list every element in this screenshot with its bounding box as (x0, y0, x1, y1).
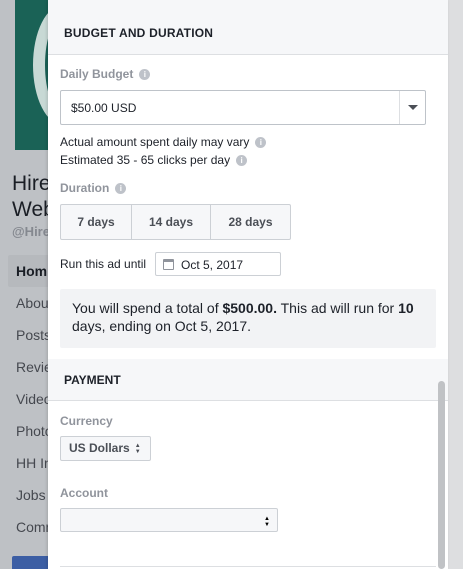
end-date-value: Oct 5, 2017 (181, 258, 244, 272)
account-select[interactable]: ▲▼ (60, 508, 278, 532)
summary-days: 10 (398, 300, 414, 316)
payment-section-title: PAYMENT (48, 359, 448, 401)
ad-settings-modal: BUDGET AND DURATION Daily Budget i $50.00… (48, 0, 448, 569)
info-icon[interactable]: i (115, 183, 127, 195)
daily-budget-label-row: Daily Budget i (60, 67, 151, 81)
duration-label-row: Duration i (60, 181, 127, 195)
chevron-down-icon[interactable] (399, 91, 425, 124)
summary-total: $500.00. (222, 300, 277, 316)
run-until-label: Run this ad until (60, 257, 147, 271)
currency-select[interactable]: US Dollars ▲▼ (60, 436, 151, 461)
info-icon[interactable]: i (139, 69, 151, 81)
note-vary: Actual amount spent daily may vary (60, 135, 250, 149)
info-icon[interactable]: i (236, 155, 248, 167)
duration-7-days-button[interactable]: 7 days (61, 205, 132, 239)
calendar-icon (163, 259, 174, 270)
note-vary-row: Actual amount spent daily may vary i (60, 135, 267, 149)
budget-section-title: BUDGET AND DURATION (48, 0, 448, 55)
duration-28-days-button[interactable]: 28 days (211, 205, 290, 239)
updown-arrows-icon: ▲▼ (134, 442, 141, 455)
end-date-input[interactable]: Oct 5, 2017 (155, 252, 281, 276)
modal-scrollbar[interactable] (438, 381, 445, 569)
info-icon[interactable]: i (255, 137, 267, 149)
daily-budget-select[interactable]: $50.00 USD (60, 90, 426, 125)
daily-budget-label: Daily Budget (60, 67, 134, 81)
currency-value: US Dollars (69, 441, 130, 455)
currency-label: Currency (60, 414, 113, 428)
updown-arrows-icon: ▲▼ (264, 516, 270, 528)
duration-button-group: 7 days 14 days 28 days (60, 204, 291, 240)
note-clicks: Estimated 35 - 65 clicks per day (60, 153, 231, 167)
daily-budget-value: $50.00 USD (71, 101, 137, 115)
duration-label: Duration (60, 181, 110, 195)
divider (60, 566, 436, 567)
account-label: Account (60, 486, 108, 500)
duration-14-days-button[interactable]: 14 days (132, 205, 211, 239)
note-clicks-row: Estimated 35 - 65 clicks per day i (60, 153, 248, 167)
spend-summary: You will spend a total of $500.00. This … (60, 289, 436, 348)
